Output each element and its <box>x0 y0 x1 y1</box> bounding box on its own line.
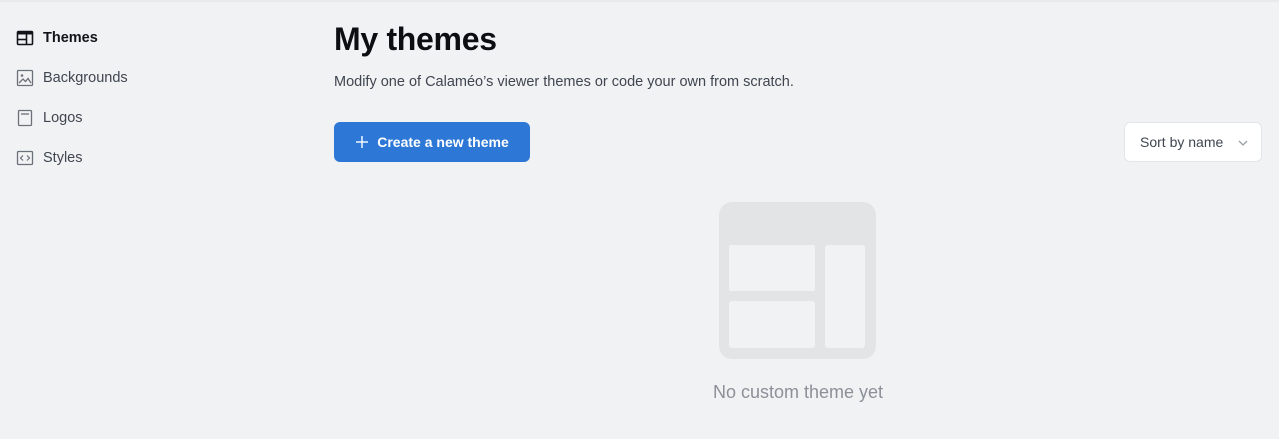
sidebar-item-backgrounds[interactable]: Backgrounds <box>16 64 276 92</box>
logo-frame-icon <box>16 109 34 127</box>
theme-layout-illustration <box>719 202 876 359</box>
sidebar-item-label: Themes <box>43 30 98 46</box>
sidebar-item-label: Styles <box>43 150 83 166</box>
top-divider <box>0 0 1279 2</box>
main-content: My themes Modify one of Calaméo’s viewer… <box>334 18 1262 162</box>
sidebar-item-styles[interactable]: Styles <box>16 144 276 172</box>
sidebar-item-label: Logos <box>43 110 83 126</box>
page-subtitle: Modify one of Calaméo’s viewer themes or… <box>334 74 794 90</box>
sort-selected-value: Sort by name <box>1140 134 1224 150</box>
sidebar: Themes Backgrounds Logos Styles <box>16 24 276 184</box>
page: Themes Backgrounds Logos Styles My theme… <box>0 0 1279 439</box>
sidebar-item-label: Backgrounds <box>43 70 128 86</box>
sidebar-item-logos[interactable]: Logos <box>16 104 276 132</box>
empty-state-text: No custom theme yet <box>712 382 884 402</box>
image-icon <box>16 69 34 87</box>
code-icon <box>16 149 34 167</box>
page-title: My themes <box>334 21 497 57</box>
sort-dropdown[interactable]: Sort by name <box>1124 122 1262 162</box>
plus-icon <box>355 135 369 149</box>
chevron-down-icon <box>1237 137 1249 149</box>
create-theme-button[interactable]: Create a new theme <box>334 122 530 162</box>
toolbar: Create a new theme Sort by name <box>334 122 1262 162</box>
create-theme-label: Create a new theme <box>377 134 509 150</box>
sidebar-item-themes[interactable]: Themes <box>16 24 276 52</box>
layout-icon <box>16 29 34 47</box>
